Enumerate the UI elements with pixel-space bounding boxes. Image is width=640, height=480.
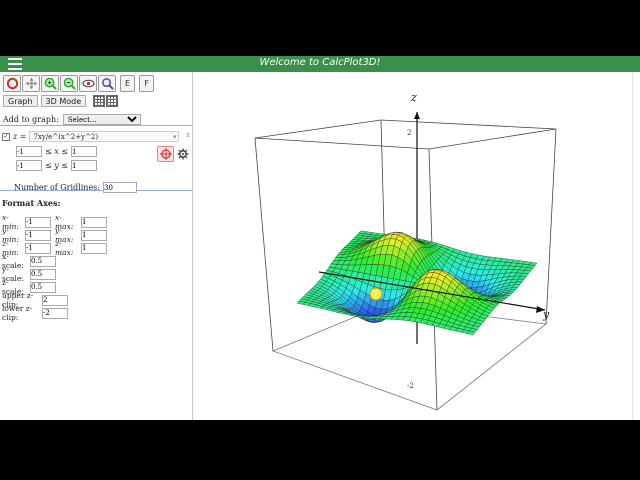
move-icon [25, 77, 37, 90]
refresh-icon [6, 77, 18, 90]
y-range-row: ≤ y ≤ [16, 160, 98, 171]
function-checkbox[interactable]: ✓ [2, 132, 10, 141]
zoom-out-button[interactable] [60, 75, 78, 92]
gridlines-field[interactable] [102, 182, 137, 193]
x-range-row: ≤ x ≤ [16, 146, 98, 157]
function-input[interactable]: 7xy/e^(x^2+y^2) ▾ [29, 131, 180, 142]
gear-icon[interactable] [177, 148, 189, 160]
zoom-out-icon [63, 77, 76, 90]
close-icon[interactable]: x [186, 131, 190, 139]
z-tick-top: 2 [407, 129, 411, 137]
chevron-down-icon[interactable]: ▾ [173, 132, 177, 142]
pan-button[interactable] [22, 75, 40, 92]
toolbar: E F [3, 75, 154, 92]
lower-clip-label: lower z-clip: [2, 304, 33, 322]
magnify-button[interactable] [98, 75, 116, 92]
function-panel: ✓ z = 7xy/e^(x^2+y^2) ▾ x ≤ x ≤ ≤ y ≤ Nu… [0, 125, 192, 193]
function-expression: 7xy/e^(x^2+y^2) [33, 133, 99, 141]
trace-point[interactable] [369, 287, 383, 301]
surface-mesh [296, 230, 538, 335]
x-range-label: ≤ x ≤ [45, 147, 69, 156]
lower-clip-field[interactable] [42, 307, 68, 319]
refresh-button[interactable] [3, 75, 21, 92]
grid-buttons [93, 95, 119, 107]
grid-icon[interactable] [93, 95, 106, 107]
title-bar: Welcome to CalcPlot3D! [0, 56, 640, 72]
calcplot3d-window: Welcome to CalcPlot3D! E F Graph 3D Mode… [0, 56, 640, 420]
f-button[interactable]: F [139, 75, 154, 92]
axis-z-max-field[interactable] [81, 242, 107, 254]
plot-button[interactable] [157, 146, 174, 162]
tab-graph[interactable]: Graph [3, 95, 38, 107]
scroll-edge [632, 72, 640, 420]
x-min-field[interactable] [16, 146, 42, 157]
crosshair-icon [159, 148, 172, 160]
z-tick-bottom: -2 [407, 382, 414, 390]
z-max-label: z-max: [55, 239, 74, 257]
y-range-label: ≤ y ≤ [45, 161, 69, 170]
z-axis-label: z [410, 91, 417, 104]
app-title: Welcome to CalcPlot3D! [259, 57, 381, 68]
x-max-field[interactable] [71, 146, 98, 157]
format-axes-title: Format Axes: [2, 198, 61, 208]
lower-clip-row: lower z-clip: [2, 304, 68, 322]
plot-viewport[interactable]: z 2 -2 y [193, 72, 640, 420]
tab-3d-mode[interactable]: 3D Mode [40, 95, 87, 107]
eye-icon [81, 79, 95, 88]
gridlines-label: Number of Gridlines: [14, 183, 100, 192]
e-button[interactable]: E [120, 75, 135, 92]
function-row: ✓ z = 7xy/e^(x^2+y^2) ▾ [2, 131, 180, 142]
gridlines-row: Number of Gridlines: [14, 182, 137, 193]
zoom-in-button[interactable] [41, 75, 59, 92]
zoom-in-icon [44, 77, 57, 90]
add-to-graph-label: Add to graph: [3, 115, 59, 124]
function-prefix: z = [13, 132, 27, 141]
view-button[interactable] [79, 75, 97, 92]
surface-plot[interactable]: z 2 -2 y [193, 72, 640, 420]
sidebar: E F Graph 3D Mode Add to graph: Select..… [0, 72, 193, 420]
add-to-graph: Add to graph: Select... [3, 114, 141, 125]
magnifier-icon [101, 78, 114, 90]
mode-tabs: Graph 3D Mode [3, 95, 119, 107]
y-min-field[interactable] [16, 160, 42, 171]
add-to-graph-select[interactable]: Select... [62, 114, 141, 125]
grid-icon[interactable] [106, 95, 119, 107]
y-axis-label: y [542, 308, 550, 321]
y-max-field[interactable] [71, 160, 98, 171]
